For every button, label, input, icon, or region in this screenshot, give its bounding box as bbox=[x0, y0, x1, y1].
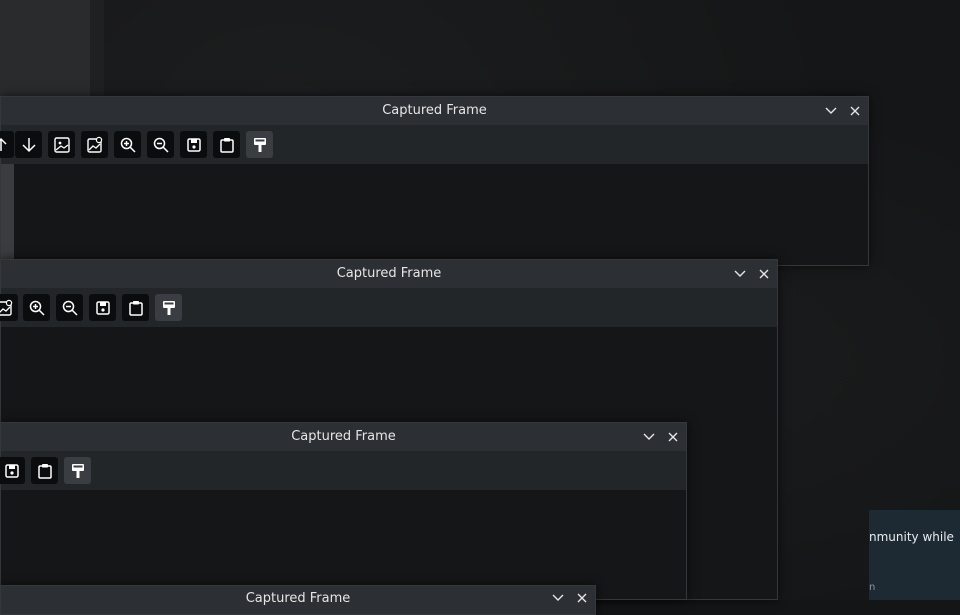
minimize-button[interactable] bbox=[730, 264, 750, 284]
chevron-down-icon bbox=[825, 107, 837, 114]
export-image-button[interactable] bbox=[81, 131, 108, 158]
copy-clipboard-button[interactable] bbox=[31, 457, 58, 484]
scrollbar[interactable] bbox=[1, 164, 14, 260]
window-title: Captured Frame bbox=[245, 591, 351, 606]
window-title: Captured Frame bbox=[291, 429, 396, 444]
zoom-in-button[interactable] bbox=[23, 294, 50, 321]
zoom-out-button[interactable] bbox=[147, 131, 174, 158]
copy-clipboard-button[interactable] bbox=[213, 131, 240, 158]
image-button[interactable] bbox=[48, 131, 75, 158]
zoom-out-icon bbox=[153, 137, 169, 153]
titlebar[interactable]: Captured Frame bbox=[1, 260, 777, 288]
move-down-button[interactable] bbox=[15, 131, 42, 158]
minimize-button[interactable] bbox=[548, 588, 568, 608]
close-icon bbox=[759, 269, 769, 279]
clipboard-icon bbox=[219, 137, 234, 153]
clipboard-icon bbox=[128, 300, 143, 316]
close-button[interactable] bbox=[754, 264, 774, 284]
image-icon bbox=[53, 136, 70, 153]
titlebar[interactable]: Captured Frame bbox=[1, 97, 868, 125]
save-button[interactable] bbox=[89, 294, 116, 321]
close-icon bbox=[668, 432, 678, 442]
paint-button[interactable] bbox=[64, 457, 91, 484]
background-window-panel bbox=[0, 0, 90, 96]
toolbar bbox=[0, 451, 686, 490]
image-export-icon bbox=[86, 136, 102, 153]
minimize-button[interactable] bbox=[639, 427, 659, 447]
paint-icon bbox=[71, 463, 84, 478]
notification-subtext: n bbox=[869, 582, 876, 593]
tool-button-partial[interactable] bbox=[0, 131, 14, 158]
zoom-in-icon bbox=[29, 300, 45, 316]
chevron-down-icon bbox=[643, 433, 655, 440]
save-icon bbox=[95, 300, 110, 315]
window-title: Captured Frame bbox=[336, 266, 442, 281]
notification-popup[interactable]: nmunity while n bbox=[869, 510, 960, 600]
paint-button[interactable] bbox=[246, 131, 273, 158]
captured-frame-window-4[interactable]: Captured Frame bbox=[0, 585, 596, 615]
save-icon bbox=[186, 137, 201, 152]
export-image-button[interactable] bbox=[0, 294, 18, 321]
frame-content bbox=[1, 164, 868, 265]
titlebar[interactable]: Captured Frame bbox=[1, 423, 686, 451]
zoom-in-button[interactable] bbox=[114, 131, 141, 158]
copy-clipboard-button[interactable] bbox=[122, 294, 149, 321]
paint-button[interactable] bbox=[155, 294, 182, 321]
captured-frame-window-3[interactable]: Captured Frame bbox=[0, 422, 687, 600]
close-button[interactable] bbox=[845, 101, 865, 121]
save-button[interactable] bbox=[0, 457, 25, 484]
notification-text: nmunity while bbox=[869, 530, 954, 544]
image-export-icon bbox=[0, 299, 12, 316]
clipboard-icon bbox=[37, 463, 52, 479]
chevron-down-icon bbox=[552, 594, 564, 601]
close-icon bbox=[577, 593, 587, 603]
close-button[interactable] bbox=[663, 427, 683, 447]
save-icon bbox=[4, 463, 19, 478]
window-title: Captured Frame bbox=[382, 103, 487, 118]
zoom-out-icon bbox=[62, 300, 78, 316]
zoom-out-button[interactable] bbox=[56, 294, 83, 321]
frame-content bbox=[1, 490, 686, 599]
background-window[interactable] bbox=[0, 0, 104, 96]
arrow-up-icon bbox=[0, 137, 7, 151]
toolbar bbox=[0, 288, 777, 327]
minimize-button[interactable] bbox=[821, 101, 841, 121]
toolbar bbox=[0, 125, 868, 164]
zoom-in-icon bbox=[120, 137, 136, 153]
chevron-down-icon bbox=[734, 270, 746, 277]
titlebar[interactable]: Captured Frame bbox=[1, 586, 595, 614]
save-button[interactable] bbox=[180, 131, 207, 158]
captured-frame-window-1[interactable]: Captured Frame bbox=[0, 96, 869, 266]
close-button[interactable] bbox=[572, 588, 592, 608]
close-icon bbox=[850, 106, 860, 116]
paint-icon bbox=[162, 300, 175, 315]
paint-icon bbox=[253, 137, 266, 152]
arrow-down-icon bbox=[21, 137, 36, 152]
